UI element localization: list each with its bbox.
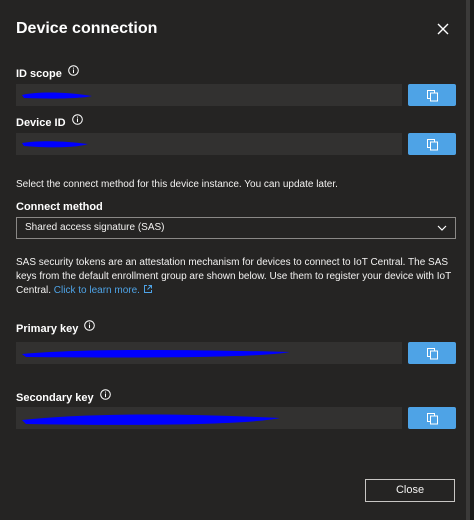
info-icon[interactable]	[84, 319, 96, 331]
sas-description: SAS security tokens are an attestation m…	[16, 257, 452, 296]
dialog-title: Device connection	[16, 20, 158, 37]
device-id-label: Device ID	[16, 117, 66, 129]
secondary-key-label-row: Secondary key	[16, 388, 111, 405]
secondary-key-field[interactable]	[16, 407, 402, 429]
external-link-icon	[143, 285, 152, 293]
connect-method-selected: Shared access signature (SAS)	[25, 222, 165, 233]
copy-device-id-button[interactable]	[408, 133, 456, 155]
device-id-label-row: Device ID	[16, 113, 83, 130]
chevron-down-icon	[437, 225, 447, 231]
primary-key-field[interactable]	[16, 342, 402, 364]
close-button[interactable]: Close	[365, 479, 455, 502]
device-id-field[interactable]	[16, 133, 402, 155]
copy-secondary-key-button[interactable]	[408, 407, 456, 429]
copy-icon	[426, 89, 438, 101]
info-icon[interactable]	[68, 64, 79, 76]
connect-instructions: Select the connect method for this devic…	[16, 179, 338, 190]
redaction-mark	[22, 141, 88, 148]
redaction-mark	[22, 349, 290, 358]
learn-more-link[interactable]: Click to learn more.	[54, 285, 153, 296]
copy-primary-key-button[interactable]	[408, 342, 456, 364]
close-icon[interactable]	[432, 18, 454, 40]
redaction-mark	[22, 414, 280, 425]
copy-icon	[426, 412, 438, 424]
connect-method-dropdown[interactable]: Shared access signature (SAS)	[16, 217, 456, 239]
primary-key-label: Primary key	[16, 323, 79, 335]
secondary-key-label: Secondary key	[16, 392, 94, 404]
info-icon[interactable]	[71, 113, 83, 125]
redaction-mark	[22, 92, 92, 99]
device-connection-dialog: Device connection ID scope Device ID Sel…	[0, 0, 470, 520]
info-icon[interactable]	[99, 388, 111, 400]
id-scope-field[interactable]	[16, 84, 402, 106]
connect-method-label: Connect method	[16, 201, 103, 213]
copy-id-scope-button[interactable]	[408, 84, 456, 106]
copy-icon	[426, 138, 438, 150]
id-scope-label-row: ID scope	[16, 64, 79, 81]
id-scope-label: ID scope	[16, 68, 62, 80]
copy-icon	[426, 347, 438, 359]
primary-key-label-row: Primary key	[16, 319, 96, 336]
